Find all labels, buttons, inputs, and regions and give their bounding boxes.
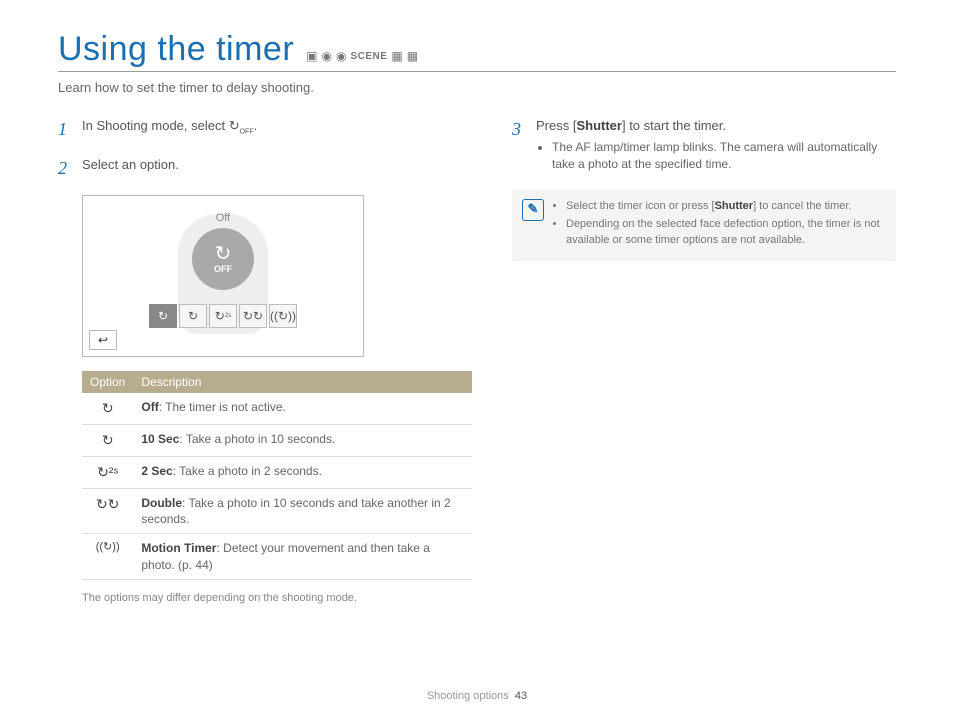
- off-label: Off: [216, 212, 230, 224]
- timer-option-10s[interactable]: ↻: [179, 304, 207, 328]
- step-body: Press [Shutter] to start the timer. The …: [536, 117, 896, 175]
- table-row: ↻²ˢ 2 Sec: Take a photo in 2 seconds.: [82, 457, 472, 489]
- timer-off-icon: ↻OFF: [229, 118, 254, 133]
- col-option: Option: [82, 371, 133, 393]
- left-column: 1 In Shooting mode, select ↻OFF. 2 Selec…: [58, 117, 472, 604]
- back-button[interactable]: ↩: [89, 330, 117, 350]
- table-row: ↻ Off: The timer is not active.: [82, 393, 472, 424]
- page-footer: Shooting options 43: [0, 690, 954, 702]
- options-table: Option Description ↻ Off: The timer is n…: [82, 371, 472, 579]
- timer-arc-icon: ↻: [215, 244, 232, 264]
- camera-screen-preview: Off ↻ OFF ↻ ↻ ↻2s ↻↻ ((↻)) ↩: [82, 195, 364, 357]
- note-box: ✎ Select the timer icon or press [Shutte…: [512, 189, 896, 261]
- note-item: Select the timer icon or press [Shutter]…: [566, 199, 884, 215]
- row-desc: 10 Sec: Take a photo in 10 seconds.: [133, 425, 472, 457]
- step-2: 2 Select an option.: [58, 156, 472, 181]
- video1-icon: ▦: [391, 49, 402, 63]
- step-number: 2: [58, 156, 72, 181]
- step-3: 3 Press [Shutter] to start the timer. Th…: [512, 117, 896, 175]
- camera2-icon: ◉: [336, 49, 346, 63]
- table-row: ↻↻ Double: Take a photo in 10 seconds an…: [82, 489, 472, 534]
- row-icon: ↻²ˢ: [82, 457, 133, 489]
- mode-icon-strip: ▣ ◉ ◉ SCENE ▦ ▦: [306, 49, 418, 63]
- row-icon: ↻↻: [82, 489, 133, 534]
- step-number: 3: [512, 117, 526, 175]
- s3-text-b: ] to start the timer.: [622, 118, 726, 133]
- table-row: ↻ 10 Sec: Take a photo in 10 seconds.: [82, 425, 472, 457]
- row-desc: Double: Take a photo in 10 seconds and t…: [133, 489, 472, 534]
- step1-text-b: .: [254, 118, 258, 133]
- row-icon: ↻: [82, 425, 133, 457]
- table-row: ((↻)) Motion Timer: Detect your movement…: [82, 534, 472, 579]
- step-number: 1: [58, 117, 72, 142]
- step1-text-a: In Shooting mode, select: [82, 118, 229, 133]
- note-item: Depending on the selected face defection…: [566, 217, 884, 249]
- note-icon: ✎: [522, 199, 544, 221]
- timer-option-off[interactable]: ↻: [149, 304, 177, 328]
- off-text: OFF: [214, 264, 232, 274]
- step-body: Select an option.: [82, 156, 472, 181]
- footer-page: 43: [515, 690, 527, 702]
- footer-section: Shooting options: [427, 690, 509, 702]
- scene-icon: SCENE: [350, 51, 387, 62]
- shutter-label: Shutter: [576, 118, 622, 133]
- row-icon: ↻: [82, 393, 133, 424]
- step-1: 1 In Shooting mode, select ↻OFF.: [58, 117, 472, 142]
- camera-auto-icon: ▣: [306, 49, 317, 63]
- timer-option-strip: ↻ ↻ ↻2s ↻↻ ((↻)): [149, 304, 297, 328]
- step-body: In Shooting mode, select ↻OFF.: [82, 117, 472, 142]
- right-column: 3 Press [Shutter] to start the timer. Th…: [512, 117, 896, 604]
- intro-text: Learn how to set the timer to delay shoo…: [58, 80, 896, 95]
- timer-option-double[interactable]: ↻↻: [239, 304, 267, 328]
- row-desc: Off: The timer is not active.: [133, 393, 472, 424]
- timer-option-motion[interactable]: ((↻)): [269, 304, 297, 328]
- camera-icon: ◉: [321, 49, 331, 63]
- video2-icon: ▦: [407, 49, 418, 63]
- col-description: Description: [133, 371, 472, 393]
- s3-bullet: The AF lamp/timer lamp blinks. The camer…: [552, 139, 896, 173]
- selected-timer-indicator: Off ↻ OFF: [192, 228, 254, 290]
- row-desc: 2 Sec: Take a photo in 2 seconds.: [133, 457, 472, 489]
- s3-text-a: Press [: [536, 118, 576, 133]
- page-title: Using the timer: [58, 30, 294, 69]
- timer-option-2s[interactable]: ↻2s: [209, 304, 237, 328]
- row-desc: Motion Timer: Detect your movement and t…: [133, 534, 472, 579]
- footnote: The options may differ depending on the …: [82, 592, 472, 604]
- row-icon: ((↻)): [82, 534, 133, 579]
- title-row: Using the timer ▣ ◉ ◉ SCENE ▦ ▦: [58, 30, 896, 72]
